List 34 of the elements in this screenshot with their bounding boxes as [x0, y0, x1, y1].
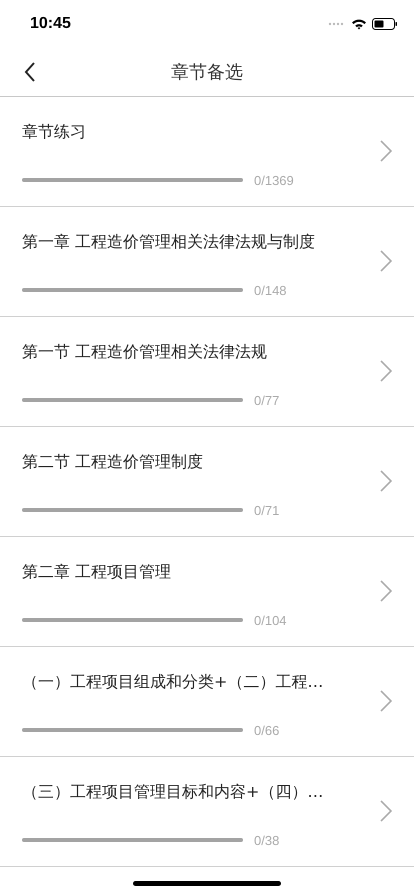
chapter-title: 第二章 工程项目管理	[22, 562, 172, 582]
chapter-row[interactable]: （三）工程项目管理目标和内容+（四）… 0/38	[0, 757, 414, 867]
chevron-icon	[380, 140, 392, 162]
progress-count: 0/38	[254, 832, 280, 848]
progress-count: 0/77	[254, 392, 280, 408]
chapter-title: （一）工程项目组成和分类+（二）工程…	[22, 672, 324, 692]
chapter-title: 第一节 工程造价管理相关法律法规	[22, 342, 268, 362]
signal-icon	[328, 22, 346, 26]
chapter-row[interactable]: （一）工程项目组成和分类+（二）工程… 0/66	[0, 647, 414, 757]
chevron-icon	[380, 360, 392, 382]
chevron-icon	[380, 470, 392, 492]
chevron-icon	[380, 800, 392, 822]
progress-count: 0/104	[254, 612, 287, 628]
chapter-row[interactable]: 第二节 工程造价管理制度 0/71	[0, 427, 414, 537]
progress-count: 0/148	[254, 282, 287, 298]
back-icon[interactable]	[24, 62, 36, 82]
chevron-icon	[380, 690, 392, 712]
progress-count: 0/71	[254, 502, 280, 518]
chapter-title: 章节练习	[22, 122, 87, 142]
chapter-title: 第一章 工程造价管理相关法律法规与制度	[22, 232, 316, 252]
chapter-row[interactable]: 第一章 工程造价管理相关法律法规与制度 0/148	[0, 207, 414, 317]
wifi-icon	[351, 18, 367, 30]
chapter-title: 第二节 工程造价管理制度	[22, 452, 204, 472]
progress-count: 0/1369	[254, 172, 294, 188]
status-time: 10:45	[30, 15, 71, 33]
chapter-row[interactable]: 章节练习 0/1369	[0, 97, 414, 207]
page-title: 章节备选	[171, 61, 243, 84]
chapter-title: （三）工程项目管理目标和内容+（四）…	[22, 782, 324, 802]
battery-icon	[372, 18, 398, 30]
chevron-icon	[380, 580, 392, 602]
chapter-row[interactable]: 第二章 工程项目管理 0/104	[0, 537, 414, 647]
progress-count: 0/66	[254, 722, 280, 738]
chevron-icon	[380, 250, 392, 272]
chapter-row[interactable]: 第一节 工程造价管理相关法律法规 0/77	[0, 317, 414, 427]
